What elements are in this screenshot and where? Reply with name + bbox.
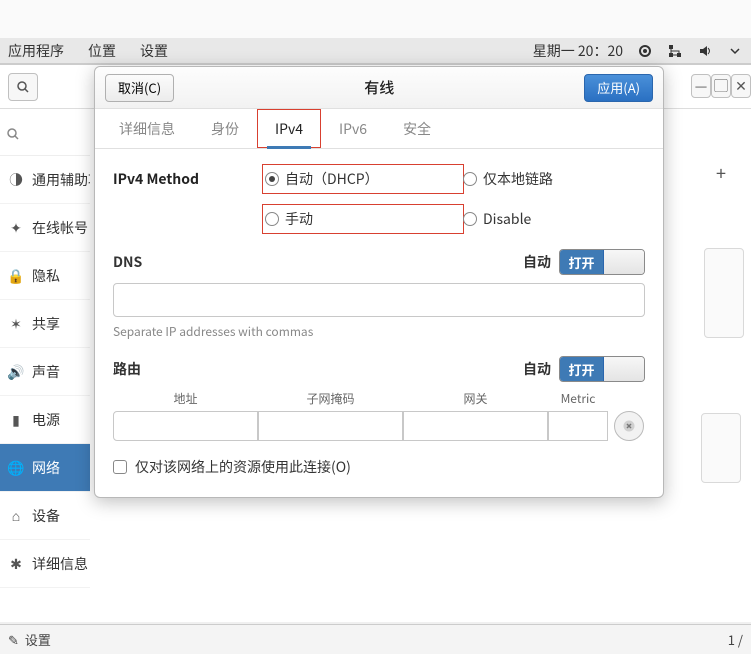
lock-icon: 🔒	[8, 268, 24, 284]
bottom-bar: ✎ 设置 1 /	[0, 624, 751, 654]
sidebar-item-sound[interactable]: 🔊 声音	[0, 348, 90, 396]
radio-manual[interactable]: 手动	[263, 205, 463, 233]
radio-icon	[265, 172, 279, 186]
sidebar-search[interactable]	[0, 112, 90, 156]
dns-auto-label: 自动	[523, 252, 551, 272]
radio-label: 自动（DHCP）	[285, 169, 379, 189]
routes-auto-label: 自动	[523, 359, 551, 379]
connection-box	[701, 413, 741, 483]
connection-box	[704, 248, 744, 338]
apply-button[interactable]: 应用(A)	[584, 74, 653, 102]
settings-sidebar: ◑ 通用辅助功 ✦ 在线帐号 🔒 隐私 ✶ 共享 🔊 声音 ▮ 电源 🌐 网络 ⌂ 设备 ✱ 详细…	[0, 156, 90, 622]
route-metric-input[interactable]	[548, 411, 608, 441]
ipv4-method-label: IPv4 Method	[113, 165, 263, 233]
connection-dialog: 取消(C) 有线 应用(A) 详细信息 身份 IPv4 IPv6 安全 IPv4…	[94, 66, 664, 498]
menu-places[interactable]: 位置	[88, 41, 116, 61]
tab-security[interactable]: 安全	[385, 109, 449, 148]
top-panel: 应用程序 位置 设置 星期一 20：20	[0, 38, 751, 64]
accounts-icon: ✦	[8, 220, 24, 236]
radio-label: Disable	[483, 209, 531, 229]
sidebar-item-details[interactable]: ✱ 详细信息	[0, 540, 90, 588]
dns-input[interactable]	[113, 283, 645, 317]
route-gateway-input[interactable]	[403, 411, 548, 441]
devices-icon: ⌂	[8, 508, 24, 524]
volume-icon[interactable]	[697, 43, 713, 59]
clock: 星期一 20：20	[533, 41, 623, 61]
tab-identity[interactable]: 身份	[193, 109, 257, 148]
toggle-knob	[604, 357, 644, 381]
add-icon[interactable]: +	[716, 160, 726, 186]
search-button[interactable]	[8, 73, 38, 101]
globe-icon: 🌐	[8, 460, 24, 476]
routes-heading: 路由	[113, 359, 141, 379]
battery-icon: ▮	[8, 412, 24, 428]
dns-auto-toggle[interactable]: 打开	[559, 249, 645, 275]
right-panel: — ▢ ✕ +	[691, 64, 751, 622]
radio-icon	[463, 172, 477, 186]
radio-auto-dhcp[interactable]: 自动（DHCP）	[263, 165, 463, 193]
menu-applications[interactable]: 应用程序	[8, 41, 64, 61]
radio-link-local[interactable]: 仅本地链路	[463, 169, 643, 189]
toggle-knob	[604, 250, 644, 274]
route-header-netmask: 子网掩码	[258, 390, 403, 407]
tab-ipv4[interactable]: IPv4	[257, 109, 321, 148]
tab-details[interactable]: 详细信息	[101, 109, 193, 148]
sidebar-item-power[interactable]: ▮ 电源	[0, 396, 90, 444]
route-delete-button[interactable]	[614, 411, 644, 441]
route-header-metric: Metric	[548, 390, 608, 407]
route-netmask-input[interactable]	[258, 411, 403, 441]
radio-label: 仅本地链路	[483, 169, 553, 189]
sidebar-item-online-accounts[interactable]: ✦ 在线帐号	[0, 204, 90, 252]
edit-icon: ✎	[8, 630, 19, 649]
sidebar-item-label: 电源	[32, 410, 60, 430]
radio-label: 手动	[285, 209, 313, 229]
accessibility-icon: ◑	[8, 172, 24, 188]
menu-settings[interactable]: 设置	[140, 41, 168, 61]
radio-disable[interactable]: Disable	[463, 209, 643, 229]
sound-icon: 🔊	[8, 364, 24, 380]
cancel-button[interactable]: 取消(C)	[105, 74, 174, 102]
page-indicator: 1 /	[728, 630, 743, 649]
sidebar-item-network[interactable]: 🌐 网络	[0, 444, 90, 492]
route-header-gateway: 网关	[403, 390, 548, 407]
network-icon[interactable]	[667, 43, 683, 59]
routes-auto-toggle[interactable]: 打开	[559, 356, 645, 382]
bottom-label: 设置	[25, 630, 51, 649]
sidebar-item-devices[interactable]: ⌂ 设备	[0, 492, 90, 540]
only-resources-label: 仅对该网络上的资源使用此连接(O)	[135, 457, 351, 477]
radio-icon	[463, 212, 477, 226]
sidebar-item-privacy[interactable]: 🔒 隐私	[0, 252, 90, 300]
tab-ipv6[interactable]: IPv6	[321, 109, 385, 148]
chevron-down-icon[interactable]	[727, 43, 743, 59]
route-address-input[interactable]	[113, 411, 258, 441]
toggle-on-label: 打开	[560, 357, 604, 381]
sidebar-item-label: 隐私	[32, 266, 60, 286]
window-close-button[interactable]: ✕	[731, 74, 751, 98]
sidebar-item-sharing[interactable]: ✶ 共享	[0, 300, 90, 348]
sidebar-item-label: 通用辅助功	[32, 170, 90, 190]
radio-icon	[265, 212, 279, 226]
power-icon[interactable]	[637, 43, 653, 59]
sidebar-item-label: 网络	[32, 458, 60, 478]
window-maximize-button[interactable]: ▢	[711, 74, 731, 98]
sidebar-item-accessibility[interactable]: ◑ 通用辅助功	[0, 156, 90, 204]
info-icon: ✱	[8, 556, 24, 572]
toggle-on-label: 打开	[560, 250, 604, 274]
sidebar-item-label: 共享	[32, 314, 60, 334]
sidebar-item-label: 设备	[32, 506, 60, 526]
dns-heading: DNS	[113, 252, 142, 272]
sidebar-item-label: 详细信息	[32, 554, 88, 574]
dns-hint: Separate IP addresses with commas	[113, 323, 645, 340]
window-minimize-button[interactable]: —	[691, 74, 711, 98]
sidebar-item-label: 在线帐号	[32, 218, 88, 238]
only-resources-checkbox[interactable]	[113, 460, 127, 474]
dialog-tabs: 详细信息 身份 IPv4 IPv6 安全	[95, 109, 663, 149]
route-header-address: 地址	[113, 390, 258, 407]
dialog-title: 有线	[364, 77, 394, 98]
sidebar-item-label: 声音	[32, 362, 60, 382]
share-icon: ✶	[8, 316, 24, 332]
